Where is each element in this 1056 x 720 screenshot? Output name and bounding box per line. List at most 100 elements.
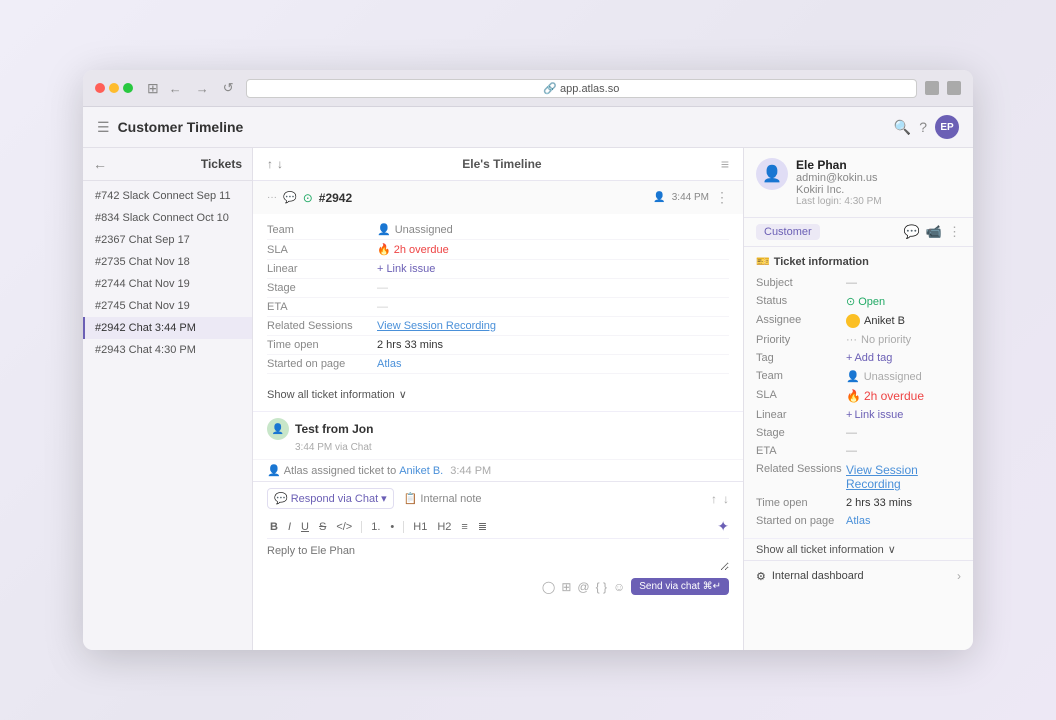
linear-label: Linear (267, 263, 377, 275)
right-panel: 👤 Ele Phan admin@kokin.us Kokiri Inc. La… (743, 148, 973, 650)
underline-button[interactable]: U (298, 520, 312, 534)
customer-tab[interactable]: Customer (756, 224, 820, 240)
ticket-user-icons: 👤 (653, 192, 665, 203)
panel-field-tag: Tag + Add tag (756, 349, 961, 367)
sort-down-icon[interactable]: ↓ (723, 492, 729, 506)
strikethrough-button[interactable]: S (316, 520, 329, 534)
dropdown-arrow-icon[interactable]: ▾ (381, 492, 387, 505)
panel-assignee-value: Aniket B (846, 314, 905, 328)
unordered-list-button[interactable]: • (387, 520, 397, 534)
sidebar-item-ticket-2744[interactable]: #2744 Chat Nov 19 (83, 273, 252, 295)
panel-tag-add[interactable]: + Add tag (846, 352, 892, 364)
user-avatar[interactable]: EP (935, 115, 959, 139)
send-button[interactable]: Send via chat ⌘↵ (631, 578, 729, 595)
ticket-info-section: 🎫 Ticket information Subject — Status ⊙ … (744, 247, 973, 539)
time-open-label: Time open (267, 339, 377, 351)
panel-subject-label: Subject (756, 277, 846, 289)
sidebar-item-ticket-2745[interactable]: #2745 Chat Nov 19 (83, 295, 252, 317)
list-style-1-button[interactable]: ≡ (458, 520, 470, 534)
chat-time-via: 3:44 PM via Chat (267, 442, 729, 453)
sidebar-item-ticket-2367[interactable]: #2367 Chat Sep 17 (83, 229, 252, 251)
sticker-icon[interactable]: ☺ (613, 580, 625, 594)
more-actions-icon[interactable]: ⋮ (948, 224, 961, 240)
italic-button[interactable]: I (285, 520, 294, 534)
ticket-info-title: 🎫 Ticket information (756, 255, 961, 268)
address-bar[interactable]: 🔗 app.atlas.so (246, 79, 917, 98)
chat-sender-name: Test from Jon (295, 422, 373, 436)
linear-value[interactable]: + Link issue (377, 263, 435, 275)
maximize-btn[interactable] (123, 83, 133, 93)
table-icon[interactable]: ⊞ (561, 580, 571, 594)
sort-asc-icon[interactable]: ↑ (267, 157, 273, 171)
sidebar-title: Tickets (201, 157, 242, 171)
assignment-row: 👤 Atlas assigned ticket to Aniket B. 3:4… (253, 460, 743, 481)
browser-action-1[interactable] (925, 81, 939, 95)
started-on-value[interactable]: Atlas (377, 358, 401, 370)
ai-icon[interactable]: ✦ (717, 518, 729, 535)
show-all-panel-button[interactable]: Show all ticket information ∨ (744, 539, 973, 560)
list-style-2-button[interactable]: ≣ (475, 519, 490, 534)
video-action-icon[interactable]: 📹 (926, 224, 942, 240)
variable-icon[interactable]: { } (596, 580, 607, 594)
minimize-btn[interactable] (109, 83, 119, 93)
panel-started-on-value[interactable]: Atlas (846, 515, 870, 527)
emoji-icon[interactable]: ◯ (542, 580, 555, 594)
chat-action-icon[interactable]: 💬 (904, 224, 920, 240)
help-icon[interactable]: ? (919, 119, 927, 135)
sidebar-item-ticket-2735[interactable]: #2735 Chat Nov 18 (83, 251, 252, 273)
mention-icon[interactable]: @ (577, 580, 589, 594)
panel-related-value[interactable]: View Session Recording (846, 463, 961, 491)
bold-button[interactable]: B (267, 520, 281, 534)
hamburger-icon[interactable]: ☰ (97, 119, 110, 136)
reload-button[interactable]: ↺ (219, 78, 238, 98)
panel-field-team: Team 👤 Unassigned (756, 367, 961, 386)
panel-field-status: Status ⊙ Open (756, 292, 961, 311)
panel-priority-value: ··· No priority (846, 334, 911, 346)
panel-linear-value[interactable]: + Link issue (846, 409, 903, 421)
sidebar-item-ticket-834[interactable]: #834 Slack Connect Oct 10 (83, 207, 252, 229)
respond-via-chat-tab[interactable]: 💬 Respond via Chat ▾ (267, 488, 394, 509)
show-all-ticket-info-button[interactable]: Show all ticket information ∨ (253, 384, 743, 405)
back-nav-button[interactable]: ← (165, 79, 186, 98)
toolbar-divider-2 (403, 521, 404, 533)
h1-button[interactable]: H1 (410, 520, 430, 534)
timeline-filter-icon[interactable]: ≡ (721, 156, 729, 172)
sidebar-item-ticket-742[interactable]: #742 Slack Connect Sep 11 (83, 185, 252, 207)
related-sessions-value[interactable]: View Session Recording (377, 320, 496, 332)
assign-time: 3:44 PM (450, 465, 491, 477)
forward-nav-button[interactable]: → (192, 79, 213, 98)
search-icon[interactable]: 🔍 (894, 119, 911, 136)
sort-desc-icon[interactable]: ↓ (277, 157, 283, 171)
panel-field-priority: Priority ··· No priority (756, 331, 961, 349)
status-circle-icon: ⊙ (846, 295, 855, 308)
close-btn[interactable] (95, 83, 105, 93)
customer-last-login: Last login: 4:30 PM (796, 196, 961, 207)
reply-input[interactable] (267, 543, 729, 571)
panel-field-eta: ETA — (756, 442, 961, 460)
internal-note-tab[interactable]: 📋 Internal note (404, 492, 482, 505)
panel-content: 🎫 Ticket information Subject — Status ⊙ … (744, 247, 973, 650)
ticket-more-icon[interactable]: ⋮ (715, 189, 729, 206)
ordered-list-button[interactable]: 1. (368, 520, 383, 534)
sidebar-item-ticket-2943[interactable]: #2943 Chat 4:30 PM (83, 339, 252, 361)
h2-button[interactable]: H2 (434, 520, 454, 534)
sidebar-toggle-icon[interactable]: ⊞ (147, 80, 159, 97)
sidebar-back-button[interactable]: ← (93, 156, 107, 172)
ticket-id[interactable]: #2942 (319, 191, 352, 205)
sort-up-icon[interactable]: ↑ (711, 492, 717, 506)
browser-action-2[interactable] (947, 81, 961, 95)
field-sla: SLA 🔥 2h overdue (267, 240, 729, 260)
reply-toolbar: B I U S </> 1. • H1 H2 ≡ ≣ (267, 515, 729, 539)
time-open-value: 2 hrs 33 mins (377, 339, 443, 351)
panel-fire-icon: 🔥 (846, 389, 861, 403)
internal-dashboard-row[interactable]: ⚙ Internal dashboard › (744, 560, 973, 591)
panel-time-open-value: 2 hrs 33 mins (846, 497, 912, 509)
timeline-title: Ele's Timeline (462, 157, 541, 171)
panel-status-label: Status (756, 295, 846, 307)
sidebar-item-ticket-2942[interactable]: #2942 Chat 3:44 PM (83, 317, 252, 339)
code-button[interactable]: </> (333, 520, 355, 534)
chat-message: 👤 Test from Jon 3:44 PM via Chat (253, 412, 743, 460)
ticket-status-icon: ⊙ (303, 191, 313, 205)
ticket-chat-icon: 💬 (283, 191, 297, 204)
panel-stage-label: Stage (756, 427, 846, 439)
